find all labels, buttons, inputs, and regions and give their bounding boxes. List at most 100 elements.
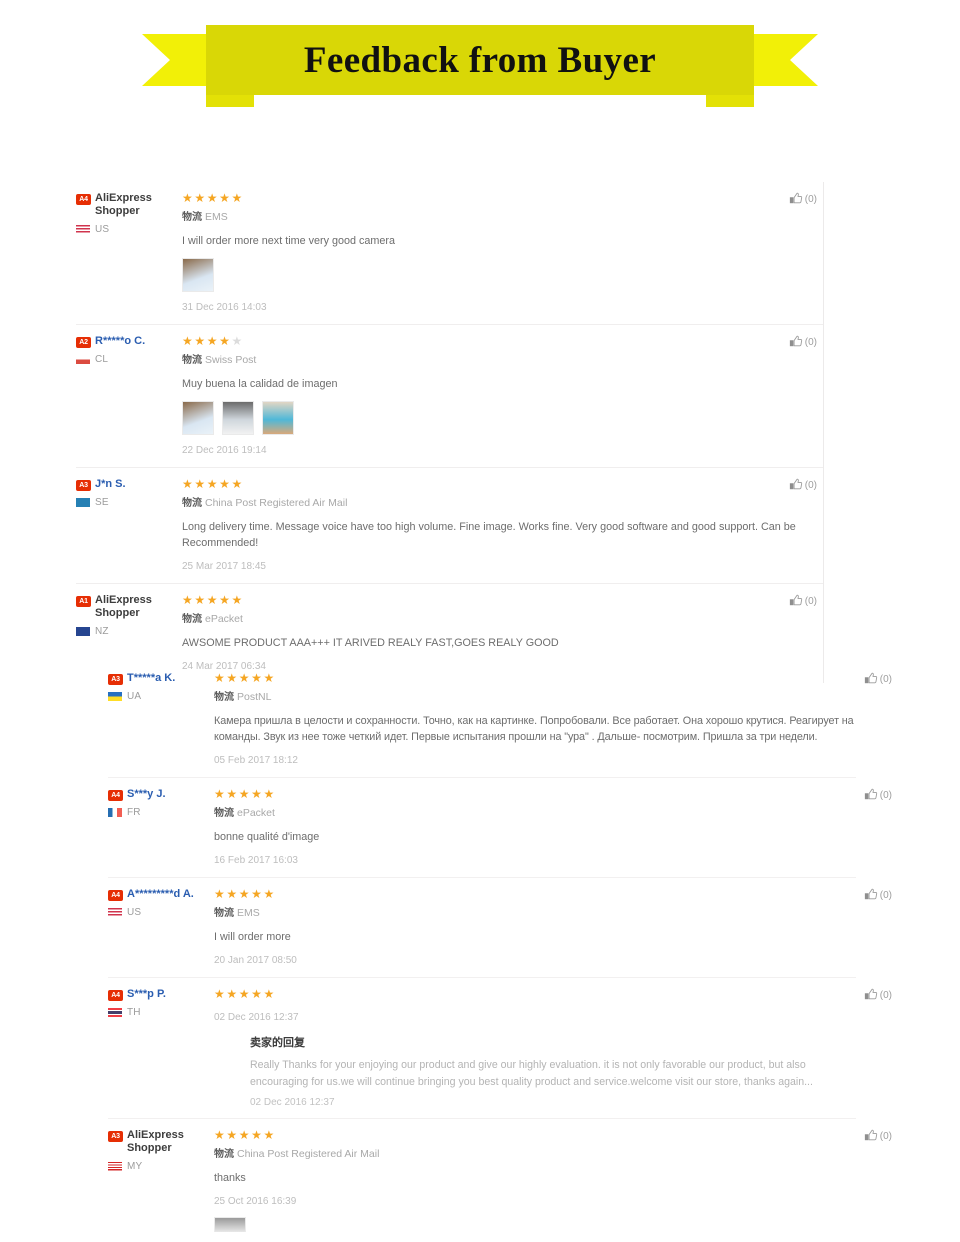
country-code: CL <box>95 354 109 365</box>
helpful-count: (0) <box>879 1130 892 1142</box>
buyer-name[interactable]: AliExpress Shopper <box>127 1129 214 1155</box>
country-code: FR <box>127 807 141 818</box>
review-date: 05 Feb 2017 18:12 <box>214 755 298 766</box>
buyer-rank-badge: A4 <box>108 890 123 901</box>
helpful-button[interactable]: (0) <box>864 988 892 1002</box>
flag-se-icon <box>76 498 90 507</box>
review-user: A3 T*****a K. UA <box>108 671 214 767</box>
buyer-rank-badge: A4 <box>76 194 91 205</box>
review-content: ★★★★★ 物流 PostNL Камера пришла в целости и с… <box>214 671 856 767</box>
helpful-count: (0) <box>879 889 892 901</box>
review-item: A2 R*****o C. CL ★★★★★ 物流 Swiss Post Muy buena… <box>76 325 823 468</box>
review-photo-thumbnail[interactable] <box>182 401 214 435</box>
star-rating: ★★★★★ <box>182 477 244 491</box>
star-rating: ★★★★★ <box>182 593 244 607</box>
buyer-name[interactable]: AliExpress Shopper <box>95 594 182 620</box>
helpful-count: (0) <box>804 193 817 205</box>
helpful-button[interactable]: (0) <box>789 335 817 349</box>
helpful-button[interactable]: (0) <box>789 478 817 492</box>
buyer-name[interactable]: A*********d A. <box>127 888 194 901</box>
star-rating: ★★★★★ <box>214 671 276 685</box>
buyer-country: SE <box>76 497 182 508</box>
logistics-icon: 物流 <box>182 614 202 625</box>
logistics-icon: 物流 <box>182 355 202 366</box>
buyer-name[interactable]: S***p P. <box>127 988 166 1001</box>
buyer-country: UA <box>108 691 214 702</box>
ribbon-tail-left-icon <box>142 34 214 86</box>
buyer-rank-badge: A3 <box>108 674 123 685</box>
review-photo-thumbnail[interactable] <box>182 258 214 292</box>
helpful-button[interactable]: (0) <box>789 192 817 206</box>
review-text: AWSOME PRODUCT AAA+++ IT ARIVED REALY FA… <box>182 637 559 649</box>
buyer-name[interactable]: AliExpress Shopper <box>95 192 182 218</box>
ribbon: Feedback from Buyer <box>142 25 754 107</box>
review-date: 02 Dec 2016 12:37 <box>214 1012 299 1023</box>
flag-us-icon <box>76 225 90 234</box>
ribbon-fold-left-icon <box>206 94 254 107</box>
buyer-rank-badge: A3 <box>76 480 91 491</box>
review-text: bonne qualité d'image <box>214 831 320 843</box>
helpful-button[interactable]: (0) <box>789 594 817 608</box>
review-content: ★★★★★ 物流 China Post Registered Air Mail tha… <box>214 1128 856 1232</box>
review-item: A4 A*********d A. US ★★★★★ 物流 EMS I will order… <box>108 878 892 978</box>
review-photo-thumbnail[interactable] <box>262 401 294 435</box>
helpful-count: (0) <box>804 479 817 491</box>
review-date: 25 Mar 2017 18:45 <box>182 561 266 572</box>
review-list-primary: A4 AliExpress Shopper US ★★★★★ 物流 EMS I will o… <box>76 182 824 683</box>
helpful-count: (0) <box>804 336 817 348</box>
buyer-name[interactable]: J*n S. <box>95 478 126 491</box>
buyer-rank-badge: A1 <box>76 596 91 607</box>
review-user: A4 S***p P. TH <box>108 987 214 1108</box>
star-rating: ★★★★★ <box>214 987 276 1001</box>
buyer-name[interactable]: S***y J. <box>127 788 166 801</box>
review-content: ★★★★★ 物流 EMS I will order more 20 Jan 2017 0… <box>214 887 856 967</box>
review-date: 16 Feb 2017 16:03 <box>214 855 298 866</box>
review-photos <box>182 258 823 292</box>
helpful-button[interactable]: (0) <box>864 672 892 686</box>
review-photos <box>182 401 823 435</box>
review-content: ★★★★★ 物流 China Post Registered Air Mail Lon… <box>182 477 823 573</box>
star-rating: ★★★★★ <box>182 191 244 205</box>
shipping-method: 物流 PostNL <box>214 691 272 703</box>
helpful-button[interactable]: (0) <box>864 788 892 802</box>
review-content: ★★★★★ 物流 EMS I will order more next time ve… <box>182 191 823 314</box>
review-text: I will order more <box>214 931 291 943</box>
flag-nz-icon <box>76 627 90 636</box>
review-user: A4 S***y J. FR <box>108 787 214 867</box>
review-date: 22 Dec 2016 19:14 <box>182 445 267 456</box>
review-photo-thumbnail[interactable] <box>222 401 254 435</box>
buyer-country: NZ <box>76 626 182 637</box>
star-rating: ★★★★★ <box>214 1128 276 1142</box>
logistics-icon: 物流 <box>182 212 202 223</box>
review-content: ★★★★★ 物流 ePacket AWSOME PRODUCT AAA+++ IT A… <box>182 593 823 673</box>
buyer-name[interactable]: T*****a K. <box>127 672 175 685</box>
review-user: A4 AliExpress Shopper US <box>76 191 182 314</box>
helpful-button[interactable]: (0) <box>864 888 892 902</box>
logistics-icon: 物流 <box>214 908 234 919</box>
seller-reply: 卖家的回复 Really Thanks for your enjoying our… <box>214 1036 856 1108</box>
ribbon-fold-right-icon <box>706 94 754 107</box>
feedback-banner: Feedback from Buyer <box>0 0 960 120</box>
country-code: US <box>95 224 110 235</box>
buyer-country: US <box>108 907 214 918</box>
buyer-country: CL <box>76 354 182 365</box>
review-text: Muy buena la calidad de imagen <box>182 378 338 390</box>
shipping-method: 物流 Swiss Post <box>182 354 257 366</box>
buyer-name[interactable]: R*****o C. <box>95 335 145 348</box>
star-rating: ★★★★★ <box>214 787 276 801</box>
country-code: US <box>127 907 142 918</box>
flag-ua-icon <box>108 692 122 701</box>
shipping-method: 物流 China Post Registered Air Mail <box>214 1148 380 1160</box>
helpful-count: (0) <box>879 789 892 801</box>
helpful-count: (0) <box>804 595 817 607</box>
review-user: A3 AliExpress Shopper MY <box>108 1128 214 1232</box>
flag-th-icon <box>108 1008 122 1017</box>
review-list-secondary: A3 T*****a K. UA ★★★★★ 物流 PostNL Камера пришла… <box>108 662 892 1242</box>
logistics-icon: 物流 <box>214 1149 234 1160</box>
seller-reply-title: 卖家的回复 <box>250 1036 305 1049</box>
flag-fr-icon <box>108 808 122 817</box>
review-text: Long delivery time. Message voice have t… <box>182 521 796 549</box>
ribbon-body: Feedback from Buyer <box>206 25 754 95</box>
helpful-button[interactable]: (0) <box>864 1129 892 1143</box>
review-date: 20 Jan 2017 08:50 <box>214 955 297 966</box>
